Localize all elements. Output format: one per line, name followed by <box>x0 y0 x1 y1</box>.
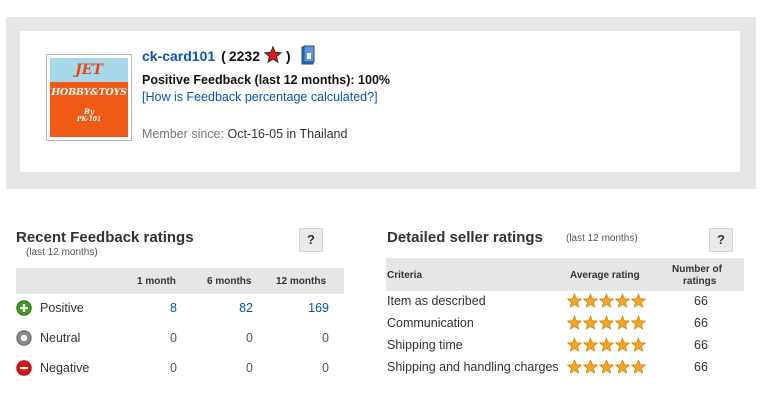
positive-12-months[interactable]: 169 <box>289 301 329 315</box>
member-since-label: Member since: <box>142 127 224 141</box>
gold-star-icon <box>630 315 647 335</box>
recent-feedback-subtitle: (last 12 months) <box>26 247 98 258</box>
detailed-ratings-title: Detailed seller ratings <box>387 229 543 246</box>
dsr-star-rating <box>566 293 647 313</box>
member-since: Member since: Oct-16-05 in Thailand <box>142 127 347 141</box>
negative-1-month: 0 <box>170 361 177 375</box>
dsr-criteria-label: Shipping and handling charges <box>387 360 559 374</box>
dsr-rating-count: 66 <box>694 294 708 308</box>
gold-star-icon <box>566 315 583 335</box>
gold-star-icon <box>582 337 599 357</box>
gold-star-icon <box>598 293 615 313</box>
gold-star-icon <box>614 293 631 313</box>
logo-line2: HOBBY&TOYS <box>51 87 127 98</box>
detailed-ratings-subtitle: (last 12 months) <box>566 233 638 244</box>
gold-star-icon <box>630 337 647 357</box>
col-number-of-ratings-line1: Number of <box>672 264 722 275</box>
col-12-months: 12 months <box>276 276 327 287</box>
neutral-6-months: 0 <box>246 331 253 345</box>
col-1-month: 1 month <box>137 276 176 287</box>
gold-star-icon <box>614 359 631 379</box>
gold-star-icon <box>566 293 583 313</box>
negative-minus-icon <box>16 360 32 376</box>
col-number-of-ratings-line2: ratings <box>683 276 717 287</box>
dsr-rating-count: 66 <box>694 316 708 330</box>
score-close-paren: ) <box>286 48 291 64</box>
positive-plus-icon <box>16 300 32 316</box>
member-since-value: Oct-16-05 in Thailand <box>227 127 348 141</box>
seller-logo[interactable]: JET HOBBY&TOYS By PK-101 <box>46 54 132 141</box>
dsr-rating-count: 66 <box>694 338 708 352</box>
dsr-criteria-label: Item as described <box>387 294 486 308</box>
negative-label: Negative <box>40 361 90 375</box>
gold-star-icon <box>582 293 599 313</box>
gold-star-icon <box>566 337 583 357</box>
gold-star-icon <box>598 359 615 379</box>
dsr-criteria-label: Shipping time <box>387 338 463 352</box>
recent-feedback-help-button[interactable]: ? <box>299 228 323 252</box>
col-average-rating: Average rating <box>570 270 640 281</box>
dsr-star-rating <box>566 359 647 379</box>
positive-label: Positive <box>40 301 84 315</box>
gold-star-icon <box>582 359 599 379</box>
feedback-calculation-link[interactable]: [How is Feedback percentage calculated?] <box>142 90 378 104</box>
gold-star-icon <box>630 293 647 313</box>
seller-summary-card: JET HOBBY&TOYS By PK-101 ck-card101 ( 22… <box>20 31 740 172</box>
recent-feedback-title: Recent Feedback ratings <box>16 229 194 246</box>
dsr-star-rating <box>566 315 647 335</box>
gold-star-icon <box>630 359 647 379</box>
seller-name-link[interactable]: ck-card101 <box>142 48 215 64</box>
col-6-months: 6 months <box>207 276 252 287</box>
gold-star-icon <box>598 337 615 357</box>
logo-line3: By <box>84 107 94 116</box>
feedback-score[interactable]: 2232 <box>229 48 260 64</box>
positive-feedback-percent: Positive Feedback (last 12 months): 100% <box>142 73 391 87</box>
score-open-paren: ( <box>221 48 226 64</box>
store-icon[interactable] <box>301 45 315 68</box>
seller-header: ck-card101 ( 2232 ) <box>142 45 315 67</box>
logo-line1: JET <box>50 58 128 82</box>
detailed-ratings-help-button[interactable]: ? <box>709 228 733 252</box>
dsr-criteria-label: Communication <box>387 316 474 330</box>
seller-summary-panel: JET HOBBY&TOYS By PK-101 ck-card101 ( 22… <box>6 17 756 189</box>
gold-star-icon <box>566 359 583 379</box>
positive-6-months[interactable]: 82 <box>213 301 253 315</box>
col-criteria: Criteria <box>387 270 423 281</box>
gold-star-icon <box>598 315 615 335</box>
positive-1-month[interactable]: 8 <box>137 301 177 315</box>
gold-star-icon <box>582 315 599 335</box>
neutral-12-months: 0 <box>322 331 329 345</box>
negative-12-months: 0 <box>322 361 329 375</box>
neutral-circle-icon <box>16 330 32 346</box>
neutral-1-month: 0 <box>170 331 177 345</box>
neutral-label: Neutral <box>40 331 81 345</box>
negative-6-months: 0 <box>246 361 253 375</box>
gold-star-icon <box>614 337 631 357</box>
logo-line4: PK-101 <box>76 116 102 123</box>
dsr-rating-count: 66 <box>694 360 708 374</box>
gold-star-icon <box>614 315 631 335</box>
red-star-icon[interactable] <box>263 45 283 66</box>
dsr-star-rating <box>566 337 647 357</box>
